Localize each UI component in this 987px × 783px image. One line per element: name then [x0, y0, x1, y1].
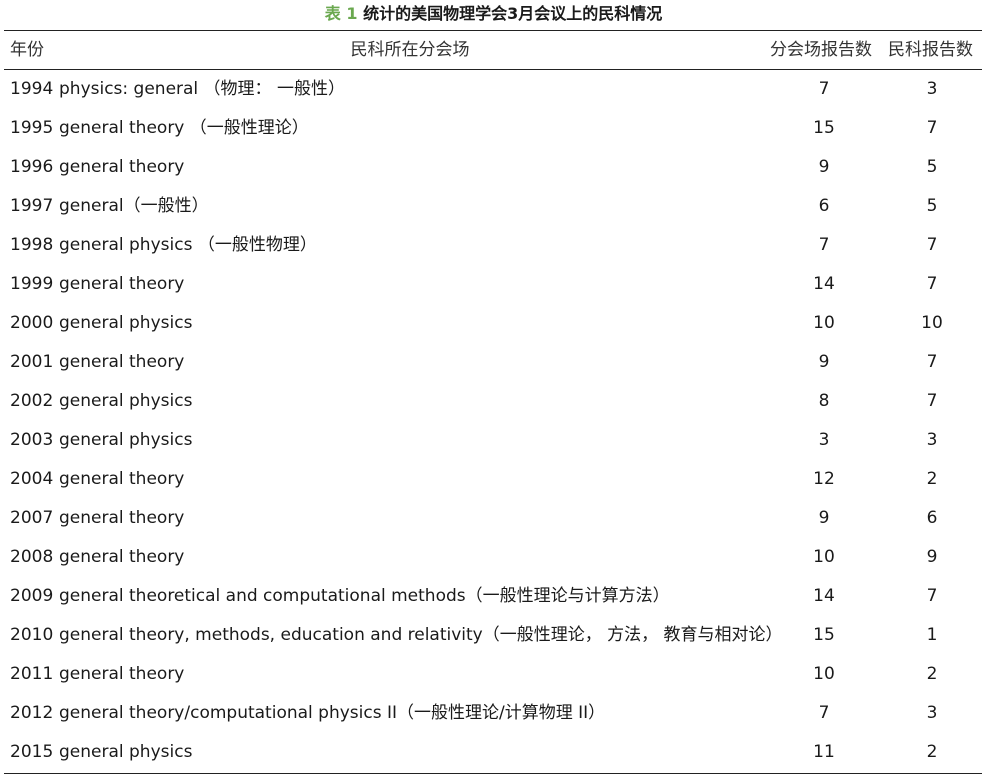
- row-session: general theory: [59, 157, 185, 177]
- row-reports-count: 15: [813, 625, 835, 645]
- row-crank-count: 7: [926, 274, 938, 294]
- row-session: general theory: [59, 274, 185, 294]
- row-session: general theory: [59, 469, 185, 489]
- table-caption-text: 统计的美国物理学会3月会议上的民科情况: [363, 4, 663, 23]
- row-crank-count: 2: [926, 664, 938, 684]
- row-crank-count: 2: [926, 469, 938, 489]
- table-row: 2008 general theory 10 9: [0, 538, 987, 577]
- row-crank-count: 5: [926, 157, 938, 177]
- row-session: general theory: [59, 352, 185, 372]
- row-session: general physics: [59, 313, 193, 333]
- table-top-rule: [4, 30, 982, 31]
- row-year: 1994: [10, 79, 54, 99]
- row-crank-count: 7: [926, 235, 938, 255]
- row-year: 2007: [10, 508, 54, 528]
- row-year: 2003: [10, 430, 54, 450]
- row-reports-count: 12: [813, 469, 835, 489]
- row-reports-count: 14: [813, 586, 835, 606]
- row-year: 1995: [10, 118, 54, 138]
- row-session: general physics: [59, 430, 193, 450]
- row-session: general physics: [59, 742, 193, 762]
- table-row: 1995 general theory （一般性理论） 15 7: [0, 109, 987, 148]
- table-row: 2003 general physics 3 3: [0, 421, 987, 460]
- row-year: 2000: [10, 313, 54, 333]
- table-row: 2001 general theory 9 7: [0, 343, 987, 382]
- row-session: general theory/computational physics II（…: [59, 703, 606, 723]
- table-row: 1996 general theory 9 5: [0, 148, 987, 187]
- table-row: 1994 physics: general （物理： 一般性） 7 3: [0, 70, 987, 109]
- row-crank-count: 3: [926, 430, 938, 450]
- row-year: 1996: [10, 157, 54, 177]
- row-year: 1998: [10, 235, 54, 255]
- row-session: general physics: [59, 391, 193, 411]
- row-reports-count: 11: [813, 742, 835, 762]
- row-session: general theory （一般性理论）: [59, 118, 309, 138]
- row-crank-count: 7: [926, 586, 938, 606]
- row-year: 1997: [10, 196, 54, 216]
- row-crank-count: 3: [926, 703, 938, 723]
- row-reports-count: 10: [813, 664, 835, 684]
- row-reports-count: 10: [813, 547, 835, 567]
- table-body: 1994 physics: general （物理： 一般性） 7 3 1995 gene…: [0, 70, 987, 772]
- row-crank-count: 9: [926, 547, 938, 567]
- row-session: general physics （一般性物理）: [59, 235, 317, 255]
- row-crank-count: 7: [926, 352, 938, 372]
- row-session: general（一般性）: [59, 196, 209, 216]
- row-session: general theory: [59, 547, 185, 567]
- table-row: 2009 general theoretical and computationa…: [0, 577, 987, 616]
- table-bottom-rule: [4, 773, 982, 774]
- table-row: 2000 general physics 10 10: [0, 304, 987, 343]
- row-reports-count: 7: [818, 79, 830, 99]
- row-session: general theory: [59, 508, 185, 528]
- table-row: 1997 general（一般性） 6 5: [0, 187, 987, 226]
- table-caption: 表 1 统计的美国物理学会3月会议上的民科情况: [0, 4, 987, 24]
- table-row: 2015 general physics 11 2: [0, 733, 987, 772]
- row-reports-count: 6: [818, 196, 830, 216]
- header-cranks: 民科报告数: [888, 40, 973, 60]
- row-year: 2012: [10, 703, 54, 723]
- header-reports: 分会场报告数: [770, 40, 872, 60]
- table-row: 2002 general physics 8 7: [0, 382, 987, 421]
- table-caption-label: 表 1: [324, 4, 358, 23]
- row-reports-count: 3: [818, 430, 830, 450]
- row-reports-count: 15: [813, 118, 835, 138]
- row-reports-count: 10: [813, 313, 835, 333]
- row-reports-count: 7: [818, 235, 830, 255]
- row-year: 2002: [10, 391, 54, 411]
- row-reports-count: 9: [818, 352, 830, 372]
- row-year: 2001: [10, 352, 54, 372]
- row-session: general theory, methods, education and r…: [59, 625, 783, 645]
- row-crank-count: 1: [926, 625, 938, 645]
- row-crank-count: 2: [926, 742, 938, 762]
- row-reports-count: 14: [813, 274, 835, 294]
- table-row: 2004 general theory 12 2: [0, 460, 987, 499]
- row-session: general theoretical and computational me…: [59, 586, 670, 606]
- table-row: 2012 general theory/computational physics…: [0, 694, 987, 733]
- row-year: 2008: [10, 547, 54, 567]
- row-crank-count: 7: [926, 391, 938, 411]
- row-year: 2009: [10, 586, 54, 606]
- row-year: 2015: [10, 742, 54, 762]
- table-row: 2007 general theory 9 6: [0, 499, 987, 538]
- row-reports-count: 7: [818, 703, 830, 723]
- row-crank-count: 3: [926, 79, 938, 99]
- row-reports-count: 9: [818, 157, 830, 177]
- row-reports-count: 9: [818, 508, 830, 528]
- row-year: 2004: [10, 469, 54, 489]
- row-reports-count: 8: [818, 391, 830, 411]
- row-crank-count: 7: [926, 118, 938, 138]
- table-row: 1998 general physics （一般性物理） 7 7: [0, 226, 987, 265]
- row-year: 2010: [10, 625, 54, 645]
- table-row: 2010 general theory, methods, education a…: [0, 616, 987, 655]
- row-year: 2011: [10, 664, 54, 684]
- row-crank-count: 10: [921, 313, 943, 333]
- table-row: 2011 general theory 10 2: [0, 655, 987, 694]
- table-row: 1999 general theory 14 7: [0, 265, 987, 304]
- row-crank-count: 5: [926, 196, 938, 216]
- row-crank-count: 6: [926, 508, 938, 528]
- header-session: 民科所在分会场: [350, 40, 470, 60]
- row-session: physics: general （物理： 一般性）: [59, 79, 345, 99]
- row-year: 1999: [10, 274, 54, 294]
- row-session: general theory: [59, 664, 185, 684]
